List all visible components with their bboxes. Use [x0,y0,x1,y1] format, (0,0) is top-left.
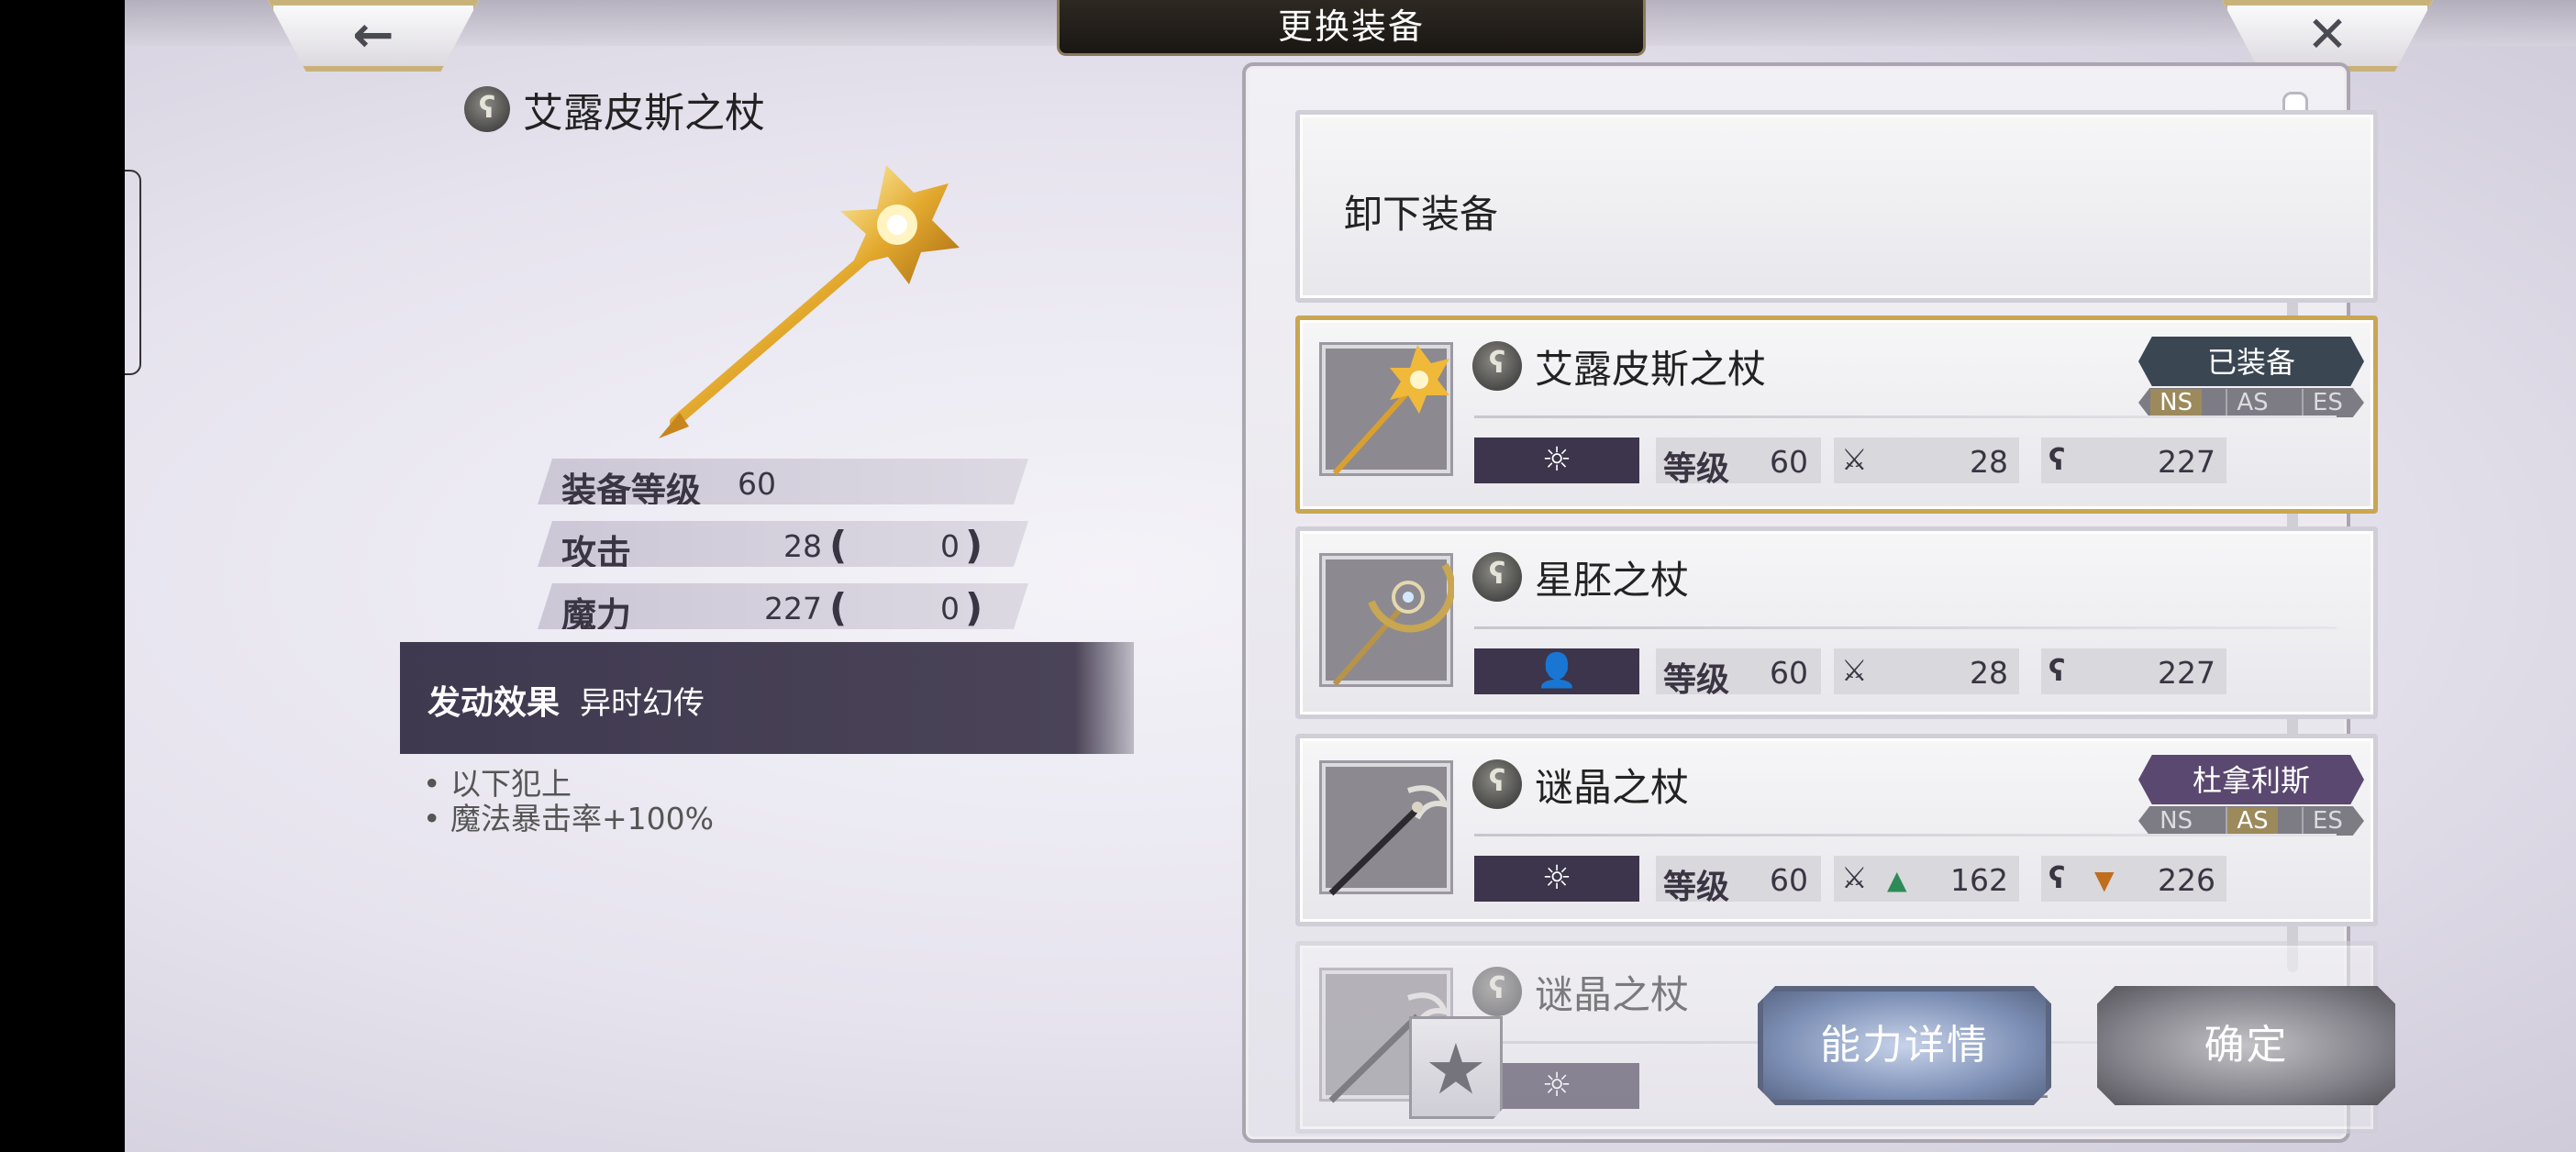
divider [1474,834,2337,836]
staff-thumb-art [1332,562,1454,686]
item-name: 谜晶之杖 [1535,971,1690,1017]
back-arrow-icon: ← [352,6,394,63]
effect-label: 发动效果 [427,683,561,722]
item-name-row: 谜晶之杖 [1472,757,1689,812]
page-title: 更换装备 [1057,0,1646,56]
stat-bonus: 0 [940,591,960,626]
item-thumbnail [1322,556,1454,686]
divider [1474,626,2337,629]
close-button[interactable]: ✕ [2222,0,2433,72]
item-thumbnail [1322,345,1450,476]
item-name-row: 星胚之杖 [1472,549,1689,604]
attack-box: ⚔ 28 [1834,438,2019,483]
game-screen: ← 更换装备 ✕ 艾露皮斯之杖 装备等级 60 攻击 28 ( 0 ) [125,0,2576,1152]
increase-arrow-icon: ▲ [1887,865,1907,895]
staff-icon: ʕ [2049,653,2066,688]
ability-details-button[interactable]: 能力详情 [1758,986,2051,1105]
stat-row-magic: 魔力 227 ( 0 ) [538,583,1028,629]
equipment-card[interactable]: 艾露皮斯之杖 已装备 NS AS ES ☼ 等级 60 ⚔ 28 ʕ 227 [1295,316,2378,514]
level-box: 等级 60 [1656,648,1821,699]
magic-box: ʕ 227 [2041,648,2226,694]
nas-indicator: NS AS ES [2138,806,2364,836]
staff-icon: ʕ [2049,860,2066,895]
element-icon: ☼ [1474,856,1639,902]
decrease-arrow-icon: ▼ [2094,865,2115,895]
owner-badge: 杜拿利斯 [2138,755,2364,804]
star-icon: ★ [1424,1028,1488,1110]
stat-row-level: 装备等级 60 [538,459,1028,504]
attack-box: ⚔ ▲ 162 [1834,856,2019,902]
detail-name: 艾露皮斯之杖 [523,90,765,137]
stat-value: 28 [783,528,822,564]
magic-box: ʕ ▼ 226 [2041,856,2226,902]
device-edge [125,170,141,375]
effect-line: 以下犯上 [423,767,714,802]
item-stats: ☼ 等级 60 ⚔ ▲ 162 ʕ ▼ 226 [1474,856,2337,906]
unequip-card[interactable]: 卸下装备 [1295,110,2378,303]
sword-icon: ⚔ [1841,653,1868,688]
effect-description: 以下犯上 魔法暴击率+100% [423,767,714,836]
staff-type-icon [1472,341,1522,391]
staff-type-icon [1472,759,1522,809]
item-name: 星胚之杖 [1535,557,1690,603]
equipped-badge: 已装备 [2138,337,2364,386]
stat-row-attack: 攻击 28 ( 0 ) [538,521,1028,567]
level-box: 等级 60 [1656,438,1821,488]
item-name-row: 艾露皮斯之杖 [1472,338,1766,393]
staff-thumb-art [1328,785,1449,896]
item-name: 谜晶之杖 [1535,764,1690,810]
staff-type-icon [464,86,510,132]
effect-name: 异时幻传 [580,685,705,722]
sword-icon: ⚔ [1841,442,1868,477]
stat-label: 魔力 [561,595,632,636]
magic-box: ʕ 227 [2041,438,2226,483]
effect-bar: 发动效果 异时幻传 [400,642,1134,754]
nas-indicator: NS AS ES [2138,388,2364,417]
stat-value: 60 [738,466,776,502]
staff-icon: ʕ [2049,442,2066,477]
unequip-label: 卸下装备 [1344,192,1499,237]
stat-label: 攻击 [561,533,632,573]
effect-line: 魔法暴击率+100% [423,802,714,836]
stat-bonus: 0 [940,528,960,564]
attack-box: ⚔ 28 [1834,648,2019,694]
item-stats: 👤 等级 60 ⚔ 28 ʕ 227 [1474,648,2337,699]
item-name-row: 谜晶之杖 [1472,964,1689,1019]
staff-type-icon [1472,552,1522,602]
equipment-card[interactable]: 谜晶之杖 杜拿利斯 NS AS ES ☼ 等级 60 ⚔ ▲ 162 ʕ ▼ 2… [1295,734,2378,926]
detail-title: 艾露皮斯之杖 [464,77,765,141]
staff-type-icon [1472,967,1522,1016]
item-name: 艾露皮斯之杖 [1535,346,1767,392]
staff-thumb-art [1332,345,1449,476]
back-button[interactable]: ← [268,0,479,72]
confirm-button[interactable]: 确定 [2097,986,2395,1105]
stat-value: 227 [764,591,822,626]
item-thumbnail [1322,763,1450,896]
element-icon: ☼ [1474,438,1639,483]
person-icon: 👤 [1474,648,1639,694]
item-stats: ☼ 等级 60 ⚔ 28 ʕ 227 [1474,438,2337,488]
sword-icon: ⚔ [1841,860,1868,895]
level-box: 等级 60 [1656,856,1821,906]
favorite-button[interactable]: ★ [1409,1016,1503,1119]
staff-artwork [659,165,960,438]
close-icon: ✕ [2306,6,2348,63]
divider [1474,415,2337,418]
equipment-card[interactable]: 星胚之杖 👤 等级 60 ⚔ 28 ʕ 227 [1295,526,2378,719]
